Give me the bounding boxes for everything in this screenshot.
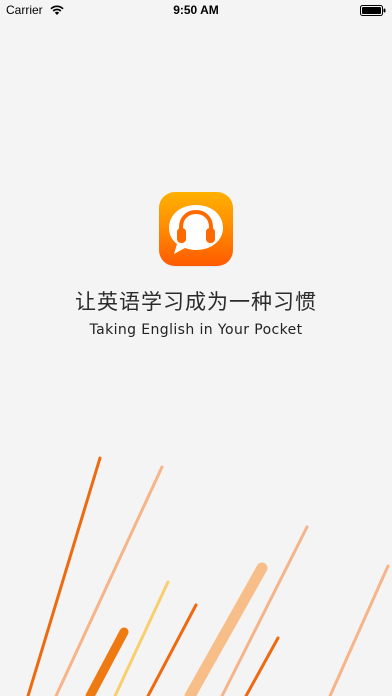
stripe [244, 636, 280, 696]
status-bar: Carrier 9:50 AM [0, 0, 392, 20]
stripe [26, 456, 102, 696]
stripe [220, 525, 309, 696]
tagline-english: Taking English in Your Pocket [89, 322, 303, 338]
stripe [328, 564, 390, 696]
splash-screen: Carrier 9:50 AM 让英语学习成为一种习惯 Taking Engli… [0, 0, 392, 696]
clock: 9:50 AM [173, 3, 219, 17]
stripe [184, 562, 268, 696]
battery-icon [360, 5, 386, 16]
app-logo [159, 192, 233, 266]
splash-hero: 让英语学习成为一种习惯 Taking English in Your Pocke… [0, 192, 392, 338]
stripe [146, 603, 198, 696]
stripe [54, 465, 164, 696]
stripe [113, 580, 170, 696]
decorative-stripes [26, 456, 390, 696]
headphones-chat-bubble-icon [169, 205, 223, 254]
tagline-chinese: 让英语学习成为一种习惯 [75, 290, 317, 314]
stripe [85, 627, 129, 696]
